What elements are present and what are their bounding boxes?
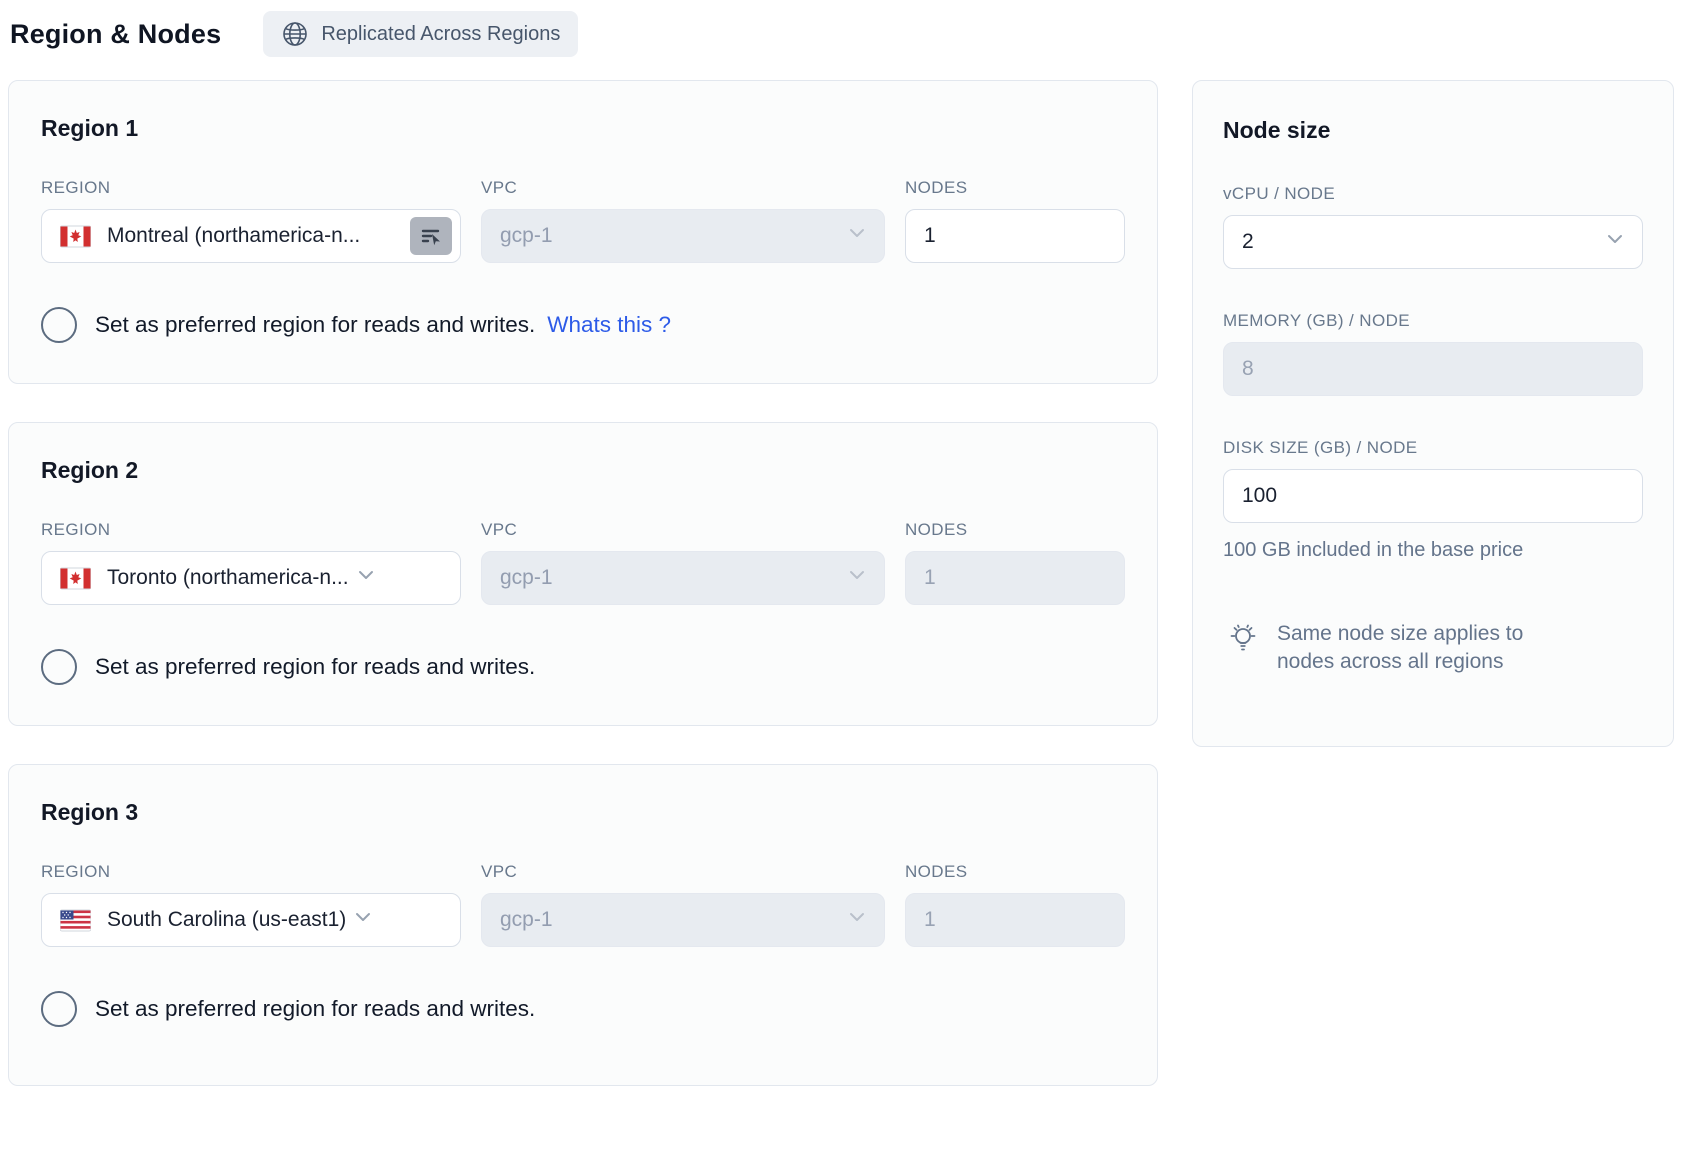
region-2-card: Region 2 REGION Toronto (northamerica-n.… [8,422,1158,726]
region-3-title: Region 3 [41,799,1125,826]
region-2-vpc-select: gcp-1 [481,551,885,605]
chevron-down-icon [846,564,868,592]
nodes-field-label: NODES [905,520,1125,540]
region-1-nodes-input[interactable] [905,209,1125,263]
disk-size-label: DISK SIZE (GB) / NODE [1223,438,1643,458]
whats-this-link[interactable]: Whats this ? [547,312,671,338]
region-3-preferred-label: Set as preferred region for reads and wr… [95,996,535,1022]
vpc-field-label: VPC [481,862,885,882]
region-1-title: Region 1 [41,115,1125,142]
chevron-down-icon [1604,228,1626,256]
cursor-overlay-icon [410,217,452,255]
chevron-down-icon [355,564,377,592]
region-3-region-value: South Carolina (us-east1) [107,908,346,932]
region-2-preferred-radio[interactable] [41,649,77,685]
chevron-down-icon [352,906,374,934]
region-1-region-select[interactable]: Montreal (northamerica-n... [41,209,461,263]
region-1-preferred-radio[interactable] [41,307,77,343]
region-field-label: REGION [41,862,461,882]
nodes-field-label: NODES [905,862,1125,882]
memory-input [1223,342,1643,396]
node-size-panel: Node size vCPU / NODE 2 MEMORY (GB) / NO… [1192,80,1674,747]
region-1-card: Region 1 REGION Montreal (northamerica-n… [8,80,1158,384]
region-2-vpc-value: gcp-1 [500,566,553,590]
vcpu-select[interactable]: 2 [1223,215,1643,269]
globe-icon [281,20,309,48]
memory-label: MEMORY (GB) / NODE [1223,311,1643,331]
region-2-preferred-label: Set as preferred region for reads and wr… [95,654,535,680]
region-1-preferred-label: Set as preferred region for reads and wr… [95,312,535,338]
region-field-label: REGION [41,520,461,540]
lightbulb-icon [1225,620,1261,661]
region-nodes-page: Region & Nodes Replicated Across Regions… [0,0,1682,1086]
usa-flag-icon [60,909,91,932]
region-3-preferred-radio[interactable] [41,991,77,1027]
nodes-field-label: NODES [905,178,1125,198]
chevron-down-icon [846,906,868,934]
disk-size-input[interactable] [1223,469,1643,523]
disk-size-helper: 100 GB included in the base price [1223,539,1643,562]
canada-flag-icon [60,567,91,590]
region-3-vpc-value: gcp-1 [500,908,553,932]
region-3-region-select[interactable]: South Carolina (us-east1) [41,893,461,947]
region-2-nodes-input [905,551,1125,605]
vcpu-label: vCPU / NODE [1223,184,1643,204]
canada-flag-icon [60,225,91,248]
node-size-note: Same node size applies to nodes across a… [1277,620,1567,675]
region-2-region-select[interactable]: Toronto (northamerica-n... [41,551,461,605]
page-header: Region & Nodes Replicated Across Regions [10,12,1674,56]
region-1-vpc-select: gcp-1 [481,209,885,263]
node-size-title: Node size [1223,117,1643,144]
region-2-title: Region 2 [41,457,1125,484]
vpc-field-label: VPC [481,178,885,198]
region-3-card: Region 3 REGION South Carolina (us-east1… [8,764,1158,1086]
page-title: Region & Nodes [10,19,221,50]
vcpu-value: 2 [1242,230,1254,254]
regions-column: Region 1 REGION Montreal (northamerica-n… [8,80,1158,1086]
vpc-field-label: VPC [481,520,885,540]
region-3-nodes-input [905,893,1125,947]
region-3-vpc-select: gcp-1 [481,893,885,947]
chevron-down-icon [846,222,868,250]
region-field-label: REGION [41,178,461,198]
replication-badge: Replicated Across Regions [263,11,578,57]
region-1-vpc-value: gcp-1 [500,224,553,248]
region-2-region-value: Toronto (northamerica-n... [107,566,349,590]
replication-badge-label: Replicated Across Regions [321,23,560,46]
region-1-region-value: Montreal (northamerica-n... [107,224,360,248]
